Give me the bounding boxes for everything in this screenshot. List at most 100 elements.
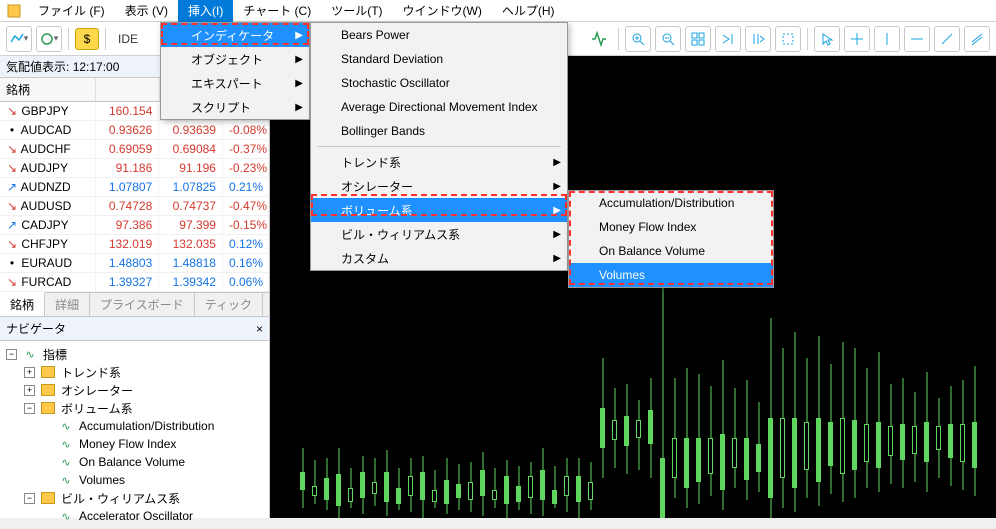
- tree-label: トレンド系: [61, 364, 121, 381]
- vline-icon[interactable]: [874, 26, 900, 52]
- expand-icon[interactable]: [24, 385, 35, 396]
- folder-icon: [41, 366, 55, 378]
- menu-item[interactable]: Money Flow Index: [569, 215, 773, 239]
- watch-tab[interactable]: プライスボード: [90, 293, 195, 316]
- bar-chart-button[interactable]: ▾: [36, 26, 62, 52]
- menu-item[interactable]: Bears Power: [311, 23, 567, 47]
- watch-tab[interactable]: 銘柄: [0, 292, 45, 316]
- menu-挿入(I)[interactable]: 挿入(I): [178, 0, 233, 22]
- menu-item[interactable]: Stochastic Oscillator: [311, 71, 567, 95]
- channel-icon[interactable]: [964, 26, 990, 52]
- tree-label: ビル・ウィリアムス系: [61, 490, 180, 507]
- tree-leaf[interactable]: ∿Accelerator Oscillator: [0, 507, 269, 525]
- menu-item[interactable]: インディケータ▶: [161, 23, 309, 47]
- menu-item[interactable]: ビル・ウィリアムス系 ▶: [311, 222, 567, 246]
- menu-item[interactable]: Bollinger Bands: [311, 119, 567, 143]
- menu-item[interactable]: スクリプト▶: [161, 95, 309, 119]
- watch-row[interactable]: ↘ AUDCHF0.690590.69084-0.37%: [0, 140, 269, 159]
- menu-item-label: ボリューム系: [341, 202, 413, 219]
- expand-icon[interactable]: [6, 349, 17, 360]
- candle: [828, 56, 833, 518]
- menu-item-label: On Balance Volume: [599, 244, 705, 258]
- expand-icon[interactable]: [24, 493, 35, 504]
- tree-leaf[interactable]: ∿On Balance Volume: [0, 453, 269, 471]
- expand-icon[interactable]: [24, 367, 35, 378]
- expand-icon[interactable]: [24, 403, 35, 414]
- submenu-arrow-icon: ▶: [553, 229, 561, 240]
- tree-folder[interactable]: ボリューム系: [0, 399, 269, 417]
- hline-icon[interactable]: [904, 26, 930, 52]
- indicator-leaf-icon: ∿: [59, 474, 73, 486]
- watch-row[interactable]: ↘ FURCAD1.393271.393420.06%: [0, 273, 269, 292]
- menu-item[interactable]: エキスパート▶: [161, 71, 309, 95]
- submenu-arrow-icon: ▶: [553, 253, 561, 264]
- menu-item-label: スクリプト: [191, 99, 251, 116]
- watch-row[interactable]: ↘ AUDJPY91.18691.196-0.23%: [0, 159, 269, 178]
- watch-row[interactable]: ↘ CHFJPY132.019132.0350.12%: [0, 235, 269, 254]
- menu-item-label: トレンド系: [341, 154, 401, 171]
- menu-item-label: Volumes: [599, 268, 645, 282]
- tree-leaf[interactable]: ∿Accumulation/Distribution: [0, 417, 269, 435]
- submenu-arrow-icon: ▶: [553, 205, 561, 216]
- menu-item[interactable]: On Balance Volume: [569, 239, 773, 263]
- menu-表示 (V)[interactable]: 表示 (V): [115, 0, 178, 22]
- grid-icon[interactable]: [685, 26, 711, 52]
- watch-tab[interactable]: ティック: [195, 293, 263, 316]
- ide-button[interactable]: IDE: [112, 32, 144, 46]
- menu-item-label: Bears Power: [341, 28, 410, 42]
- menu-item[interactable]: カスタム▶: [311, 246, 567, 270]
- menu-item-label: ビル・ウィリアムス系: [341, 226, 460, 243]
- tree-leaf[interactable]: ∿Volumes: [0, 471, 269, 489]
- menu-ファイル (F)[interactable]: ファイル (F): [28, 0, 115, 22]
- menu-item[interactable]: ボリューム系 ▶: [311, 198, 567, 222]
- zoom-out-button[interactable]: [655, 26, 681, 52]
- tree-folder[interactable]: ビル・ウィリアムス系: [0, 489, 269, 507]
- shift-icon[interactable]: [745, 26, 771, 52]
- menu-item[interactable]: オブジェクト▶: [161, 47, 309, 71]
- menu-ツール(T)[interactable]: ツール(T): [321, 0, 392, 22]
- volume-menu: Accumulation/DistributionMoney Flow Inde…: [568, 190, 774, 288]
- watch-row[interactable]: • AUDCAD0.936260.93639-0.08%: [0, 121, 269, 140]
- menu-item[interactable]: Standard Deviation: [311, 47, 567, 71]
- indicator-icon[interactable]: [775, 26, 801, 52]
- submenu-arrow-icon: ▶: [553, 181, 561, 192]
- scroll-end-icon[interactable]: [715, 26, 741, 52]
- menu-item[interactable]: オシレーター ▶: [311, 174, 567, 198]
- tree-folder[interactable]: オシレーター: [0, 381, 269, 399]
- insert-menu: インディケータ▶オブジェクト▶エキスパート▶スクリプト▶: [160, 22, 310, 120]
- watch-tab[interactable]: 詳細: [45, 293, 90, 316]
- tree-folder[interactable]: トレンド系: [0, 363, 269, 381]
- folder-icon: [41, 402, 55, 414]
- menu-item[interactable]: Accumulation/Distribution: [569, 191, 773, 215]
- menu-チャート (C)[interactable]: チャート (C): [233, 0, 321, 22]
- tree-leaf[interactable]: ∿Money Flow Index: [0, 435, 269, 453]
- tree-leaf[interactable]: ∿指標: [0, 345, 269, 363]
- zoom-in-button[interactable]: [625, 26, 651, 52]
- submenu-arrow-icon: ▶: [553, 157, 561, 168]
- submenu-arrow-icon: ▶: [295, 30, 303, 41]
- menu-ヘルプ(H)[interactable]: ヘルプ(H): [492, 0, 565, 22]
- watch-row[interactable]: ↗ CADJPY97.38697.399-0.15%: [0, 216, 269, 235]
- menu-item[interactable]: トレンド系 ▶: [311, 150, 567, 174]
- crosshair-icon[interactable]: [844, 26, 870, 52]
- tree-label: 指標: [43, 346, 67, 363]
- menu-item-label: Bollinger Bands: [341, 124, 425, 138]
- trendline-icon[interactable]: [934, 26, 960, 52]
- menu-item[interactable]: Volumes: [569, 263, 773, 287]
- pulse-icon[interactable]: [586, 26, 612, 52]
- col-symbol[interactable]: 銘柄: [0, 78, 96, 101]
- watch-row[interactable]: • EURAUD1.488031.488180.16%: [0, 254, 269, 273]
- indicators-menu: Bears Power Standard DeviationStochastic …: [310, 22, 568, 271]
- col-bid[interactable]: [96, 78, 160, 101]
- dollar-button[interactable]: $: [75, 28, 99, 50]
- cursor-icon[interactable]: [814, 26, 840, 52]
- tree-label: Accelerator Oscillator: [79, 509, 193, 523]
- candle: [780, 56, 785, 518]
- menu-ウインドウ(W)[interactable]: ウインドウ(W): [393, 0, 492, 22]
- navigator-close-button[interactable]: ×: [256, 322, 263, 336]
- menu-item[interactable]: Average Directional Movement Index: [311, 95, 567, 119]
- menu-item-label: オシレーター: [341, 178, 413, 195]
- watch-row[interactable]: ↘ AUDUSD0.747280.74737-0.47%: [0, 197, 269, 216]
- line-chart-button[interactable]: ▾: [6, 26, 32, 52]
- watch-row[interactable]: ↗ AUDNZD1.078071.078250.21%: [0, 178, 269, 197]
